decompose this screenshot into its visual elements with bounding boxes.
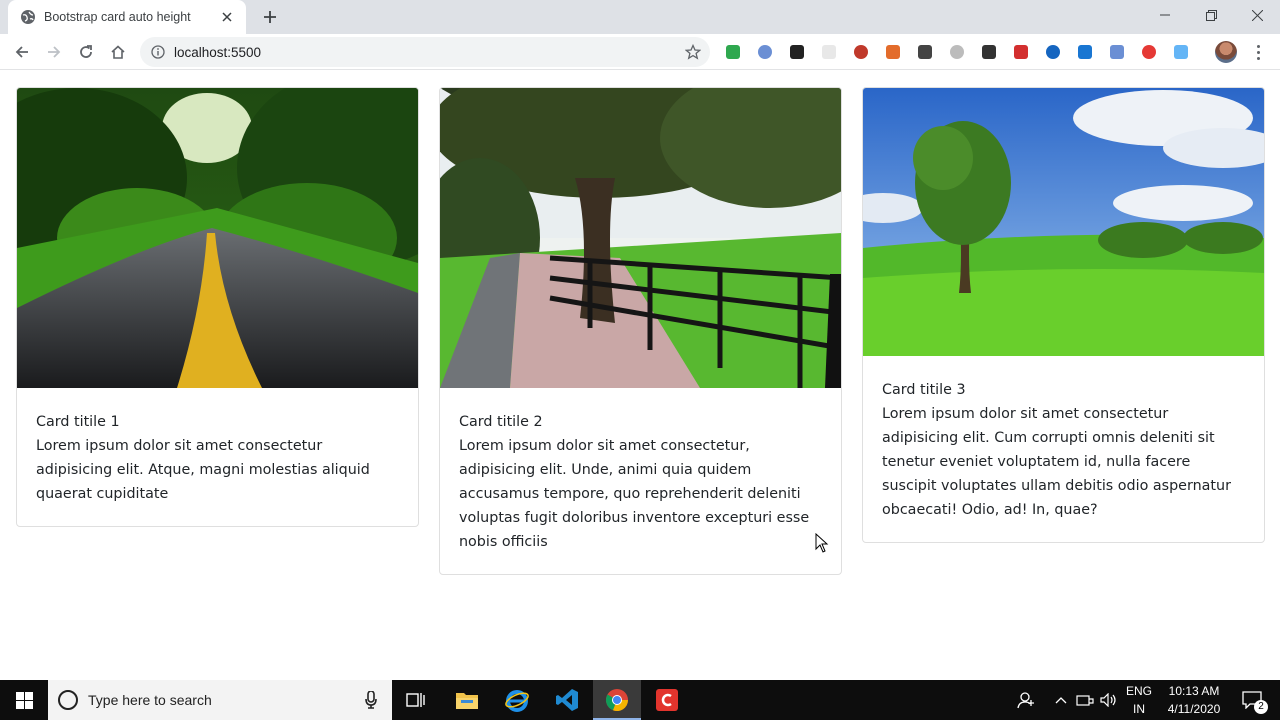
card-2: Card titile 2 Lorem ipsum dolor sit amet… — [439, 87, 842, 575]
people-button[interactable] — [1014, 680, 1038, 720]
puzzle-extension-icon[interactable] — [947, 42, 967, 62]
card-3: Card titile 3 Lorem ipsum dolor sit amet… — [862, 87, 1265, 543]
edge-browser-button[interactable] — [493, 680, 541, 720]
bookmark-star-icon[interactable] — [684, 43, 702, 61]
card-3-image-tree-field — [863, 88, 1264, 356]
volume-button[interactable] — [1098, 680, 1120, 720]
microphone-icon[interactable] — [360, 689, 382, 711]
restore-icon — [1205, 9, 1217, 21]
speaker-icon — [1100, 693, 1116, 707]
folder-icon — [456, 693, 478, 709]
show-hidden-icons-button[interactable] — [1052, 680, 1070, 720]
clock[interactable]: 10:13 AM 4/11/2020 — [1158, 680, 1230, 720]
tab-title: Bootstrap card auto height — [44, 10, 191, 24]
card-1-text: Lorem ipsum dolor sit amet consectetur a… — [36, 438, 370, 502]
browser-menu-button[interactable] — [1248, 41, 1268, 63]
chrome-button[interactable] — [593, 680, 641, 720]
restore-button[interactable] — [1188, 0, 1234, 30]
moon-extension-icon[interactable] — [979, 42, 999, 62]
chrome-icon — [605, 689, 629, 712]
card-2-text: Lorem ipsum dolor sit amet consectetur, … — [459, 438, 810, 550]
card-3-text: Lorem ipsum dolor sit amet consectetur a… — [882, 406, 1231, 518]
camtasia-button[interactable] — [643, 680, 691, 720]
input-language-indicator[interactable]: ENG IN — [1122, 680, 1156, 720]
language-code: ENG — [1125, 684, 1152, 698]
cors-extension-icon[interactable] — [723, 42, 743, 62]
camtasia-icon — [656, 689, 678, 711]
home-icon — [111, 45, 125, 59]
card-1-title: Card titile 1 — [36, 414, 120, 430]
file-explorer-button[interactable] — [443, 680, 491, 720]
windows-logo-icon — [15, 691, 33, 709]
circle-extension-icon[interactable] — [915, 42, 935, 62]
cortana-icon — [58, 690, 78, 710]
grid-extension-icon[interactable] — [1075, 42, 1095, 62]
start-button[interactable] — [0, 680, 48, 720]
profile-avatar[interactable] — [1215, 41, 1237, 63]
people-icon — [1017, 692, 1034, 709]
reload-button[interactable] — [72, 38, 100, 66]
mouse-cursor-icon — [815, 533, 829, 553]
blank-extension-icon[interactable] — [819, 42, 839, 62]
vscode-icon — [556, 689, 578, 711]
browser-tab[interactable]: Bootstrap card auto height — [8, 0, 246, 34]
taskbar: Type here to search ENG IN 10:13 AM 4/11… — [0, 680, 1280, 720]
extensions-row — [723, 42, 1203, 62]
task-view-button[interactable] — [392, 680, 440, 720]
region-code: IN — [1133, 702, 1145, 716]
card-2-title: Card titile 2 — [459, 414, 543, 430]
new-tab-button[interactable] — [258, 6, 282, 28]
address-bar[interactable]: localhost:5500 — [140, 37, 710, 67]
vscode-button[interactable] — [543, 680, 591, 720]
shield-extension-icon[interactable] — [1139, 42, 1159, 62]
home-button[interactable] — [104, 38, 132, 66]
globe-icon — [20, 9, 36, 25]
back-button[interactable] — [8, 38, 36, 66]
taskbar-search-box[interactable]: Type here to search — [48, 680, 392, 720]
task-view-icon — [406, 693, 425, 707]
action-center-button[interactable]: 2 — [1234, 680, 1270, 720]
clock-date: 4/11/2020 — [1167, 702, 1221, 716]
close-icon — [1251, 9, 1263, 21]
card-2-image-tree-fence — [440, 88, 841, 388]
card-1: Card titile 1 Lorem ipsum dolor sit amet… — [16, 87, 419, 527]
color-picker-extension-icon[interactable] — [883, 42, 903, 62]
minimize-icon — [1160, 14, 1170, 16]
a-extension-icon[interactable] — [851, 42, 871, 62]
info-extension-icon[interactable] — [1171, 42, 1191, 62]
reload-icon — [80, 45, 92, 58]
taskbar-search-placeholder: Type here to search — [88, 692, 212, 708]
pen-extension-icon[interactable] — [787, 42, 807, 62]
globe2-extension-icon[interactable] — [1107, 42, 1127, 62]
arrow-right-icon — [48, 46, 61, 58]
minimize-button[interactable] — [1142, 0, 1188, 30]
notification-count-badge: 2 — [1254, 700, 1268, 714]
info-icon[interactable] — [150, 44, 166, 60]
forward-button[interactable] — [40, 38, 68, 66]
tab-strip: Bootstrap card auto height — [0, 0, 1280, 34]
chart-extension-icon[interactable] — [1043, 42, 1063, 62]
card-3-title: Card titile 3 — [882, 382, 966, 398]
close-window-button[interactable] — [1234, 0, 1280, 30]
chevron-up-icon — [1055, 697, 1067, 704]
card-1-image-road — [17, 88, 418, 388]
red-square-extension-icon[interactable] — [1011, 42, 1031, 62]
network-button[interactable] — [1074, 680, 1096, 720]
close-tab-icon[interactable] — [218, 8, 236, 26]
arrow-left-icon — [15, 46, 28, 58]
network-icon — [1076, 695, 1094, 706]
url-text[interactable]: localhost:5500 — [174, 45, 261, 60]
globe-extension-icon[interactable] — [755, 42, 775, 62]
browser-toolbar: localhost:5500 — [0, 34, 1280, 70]
internet-explorer-icon — [505, 690, 529, 712]
clock-time: 10:13 AM — [1168, 684, 1220, 698]
plus-icon — [264, 11, 276, 23]
